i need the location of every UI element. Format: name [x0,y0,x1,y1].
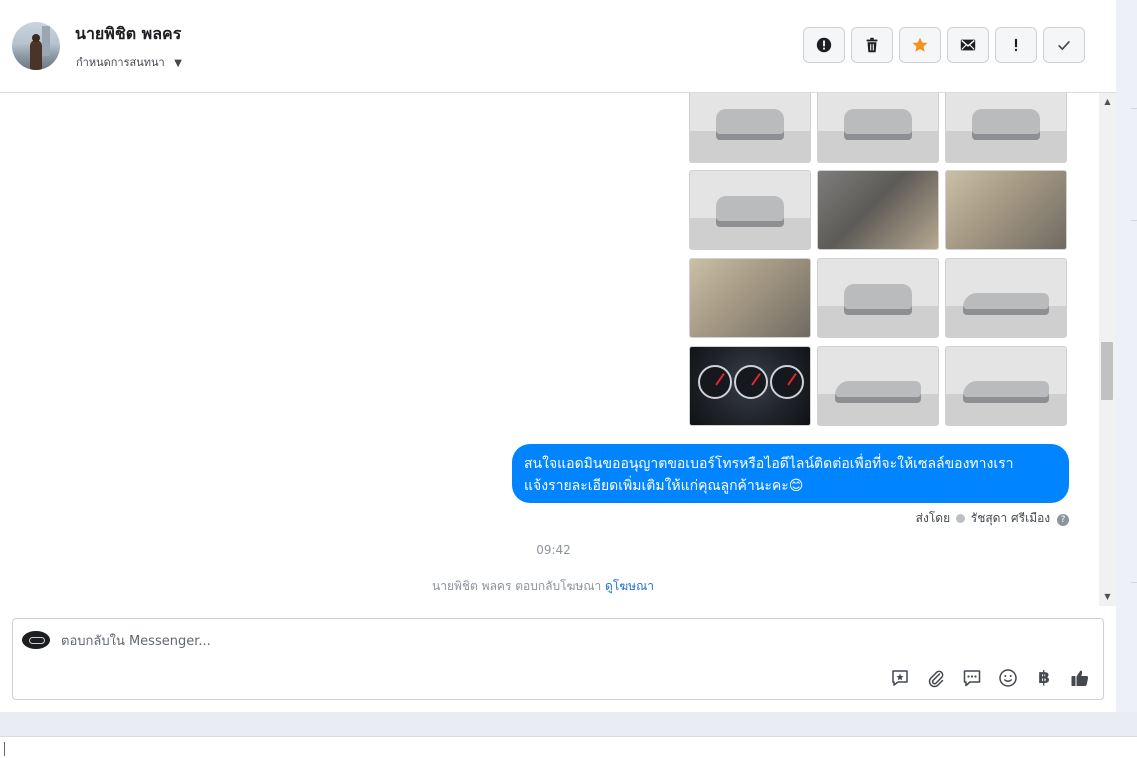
message-text-line: สนใจแอดมินขออนุญาตขอเบอร์โทรหรือไอดีไลน์… [524,456,1014,472]
photo-attachment[interactable] [945,170,1067,250]
emoji-icon [999,669,1017,687]
check-icon [1058,40,1070,51]
baht-icon: ฿ [1038,668,1050,688]
photo-attachment[interactable] [945,93,1067,163]
scrollbar-thumb[interactable] [1101,342,1113,400]
page-avatar [22,631,50,649]
contact-avatar[interactable] [12,22,60,70]
outgoing-message-bubble[interactable]: สนใจแอดมินขออนุญาตขอเบอร์โทรหรือไอดีไลน์… [512,444,1069,503]
saved-reply-icon [892,670,908,686]
payment-button[interactable]: ฿ [1033,667,1055,689]
message-list[interactable]: สนใจแอดมินขออนุญาตขอเบอร์โทรหรือไอดีไลน์… [0,93,1116,606]
text-caret [4,742,5,756]
photo-attachment[interactable] [689,170,811,250]
conversation-panel: นายพิชิต พลคร กำหนดการสนทนา ▼ สนใจแอดมิน… [0,0,1116,712]
mark-unread-button[interactable] [947,27,989,63]
assign-conversation-dropdown[interactable]: กำหนดการสนทนา ▼ [76,53,182,71]
chat-icon [963,670,981,687]
photo-attachment[interactable] [817,258,939,338]
ad-reply-notice: นายพิชิต พลคร ตอบกลับโฆษณา ดูโฆษณา [0,577,1086,596]
mark-done-button[interactable] [1043,27,1085,63]
admin-avatar-icon [955,514,965,523]
star-icon [912,37,928,52]
help-icon[interactable]: ? [1057,514,1069,526]
delete-button[interactable] [851,27,893,63]
saved-reply-button[interactable] [889,667,911,689]
view-ad-link[interactable]: ดูโฆษณา [605,579,654,593]
conversation-actions [803,27,1085,63]
photo-attachment[interactable] [689,346,811,426]
photo-attachment[interactable] [817,346,939,426]
like-button[interactable] [1069,667,1091,689]
message-timestamp: 09:42 [536,543,571,557]
photo-attachment[interactable] [689,93,811,163]
assign-conversation-label: กำหนดการสนทนา [76,56,165,69]
caret-down-icon: ▼ [174,58,182,69]
quick-reply-button[interactable] [961,667,983,689]
exclamation-circle-icon [816,37,832,53]
contact-name[interactable]: นายพิชิต พลคร [75,22,181,47]
paperclip-icon [928,670,944,688]
emoji-button[interactable] [997,667,1019,689]
ad-reply-text: นายพิชิต พลคร ตอบกลับโฆษณา [432,579,602,593]
reply-composer: ฿ [12,618,1104,700]
page: นายพิชิต พลคร กำหนดการสนทนา ▼ สนใจแอดมิน… [0,0,1137,758]
photo-attachments-grid [689,93,1069,433]
message-text-line: แจ้งรายละเอียดเพิ่มเติมให้แก่คุณลูกค้านะ… [524,478,804,494]
photo-attachment[interactable] [689,258,811,338]
sent-by-info: ส่งโดย รัชสุดา ศรีเมือง ? [916,509,1069,528]
composer-tools: ฿ [889,667,1091,689]
message-list-scrollbar[interactable]: ▲ ▼ [1099,93,1116,606]
reply-input[interactable] [61,631,1061,651]
attach-file-button[interactable] [925,667,947,689]
trash-icon [866,37,878,53]
photo-attachment[interactable] [945,346,1067,426]
follow-up-button[interactable] [995,27,1037,63]
photo-attachment[interactable] [817,93,939,163]
star-button[interactable] [899,27,941,63]
page-scroll-gutter [1116,0,1137,712]
sent-by-name: รัชสุดา ศรีเมือง [970,511,1051,525]
envelope-icon [960,39,976,51]
sent-by-prefix: ส่งโดย [915,511,951,525]
bottom-input-bar[interactable] [0,736,1137,758]
scroll-up-arrow-icon[interactable]: ▲ [1099,95,1116,109]
mark-spam-button[interactable] [803,27,845,63]
exclamation-icon [1014,38,1018,52]
photo-attachment[interactable] [817,170,939,250]
conversation-header: นายพิชิต พลคร กำหนดการสนทนา ▼ [0,0,1116,93]
photo-attachment[interactable] [945,258,1067,338]
scroll-down-arrow-icon[interactable]: ▼ [1099,590,1116,604]
thumbs-up-icon [1071,670,1089,686]
